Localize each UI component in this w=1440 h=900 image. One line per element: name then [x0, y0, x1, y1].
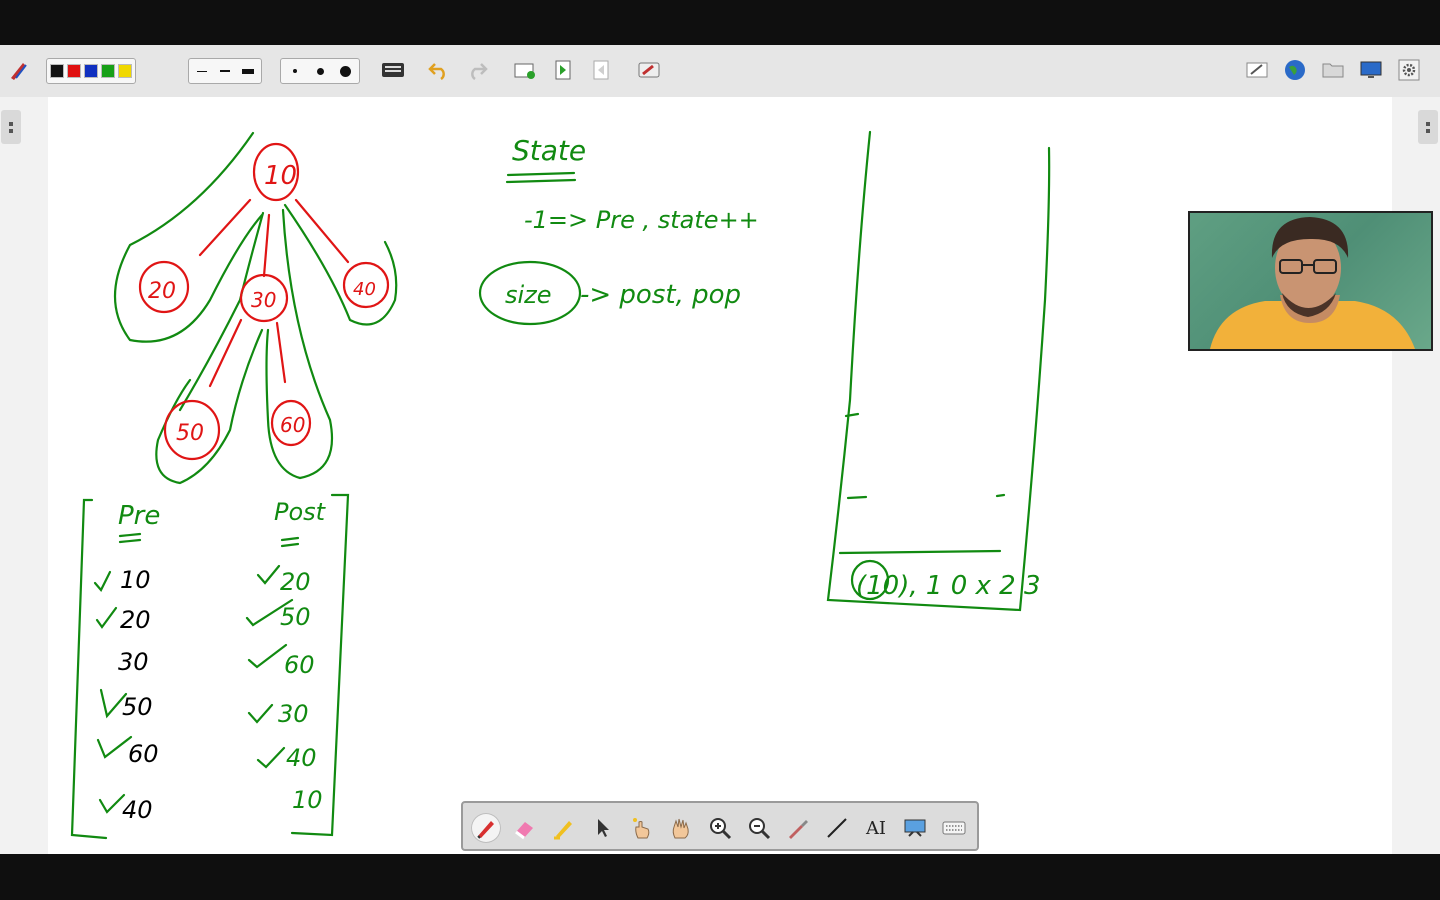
text-icon[interactable]: AI	[861, 813, 891, 843]
undo-icon[interactable]	[426, 57, 452, 83]
dot-large-option[interactable]	[334, 62, 356, 80]
left-panel-toggle[interactable]	[1, 110, 21, 144]
globe-icon[interactable]	[1282, 57, 1308, 83]
color-red-swatch[interactable]	[67, 64, 81, 78]
color-black-swatch[interactable]	[50, 64, 64, 78]
new-page-icon[interactable]	[512, 57, 538, 83]
paint-clear-icon[interactable]	[636, 57, 662, 83]
color-yellow-swatch[interactable]	[118, 64, 132, 78]
left-margin	[0, 97, 48, 854]
pen-settings-icon[interactable]	[6, 57, 32, 83]
keyboard-icon[interactable]	[380, 57, 406, 83]
next-page-icon[interactable]	[550, 57, 576, 83]
presenter-webcam[interactable]	[1188, 211, 1433, 351]
bottom-black-bar	[0, 854, 1440, 900]
right-panel-toggle[interactable]	[1418, 110, 1438, 144]
pen-icon[interactable]	[471, 813, 501, 843]
text-tool-label: AI	[865, 817, 887, 839]
line-medium-option[interactable]	[215, 62, 235, 80]
dot-small-option[interactable]	[284, 62, 306, 80]
line-width-group	[188, 58, 262, 84]
presenter-figure	[1210, 217, 1415, 349]
top-black-bar	[0, 0, 1440, 45]
highlighter-icon[interactable]	[549, 813, 579, 843]
redo-icon[interactable]	[464, 57, 490, 83]
line-icon[interactable]	[822, 813, 852, 843]
line-thin-option[interactable]	[192, 62, 212, 80]
color-blue-swatch[interactable]	[84, 64, 98, 78]
dot-medium-option[interactable]	[309, 62, 331, 80]
color-palette	[46, 58, 136, 84]
hand-icon[interactable]	[666, 813, 696, 843]
pointer-icon[interactable]	[588, 813, 618, 843]
color-green-swatch[interactable]	[101, 64, 115, 78]
folder-icon[interactable]	[1320, 57, 1346, 83]
zoom-in-icon[interactable]	[705, 813, 735, 843]
zoom-out-icon[interactable]	[744, 813, 774, 843]
line-thick-option[interactable]	[238, 62, 258, 80]
edit-icon[interactable]	[1244, 57, 1270, 83]
dot-size-group	[280, 58, 360, 84]
prev-page-icon[interactable]	[588, 57, 614, 83]
screen-icon[interactable]	[1358, 57, 1384, 83]
laser-hand-icon[interactable]	[627, 813, 657, 843]
settings-icon[interactable]	[1396, 57, 1422, 83]
eraser-icon[interactable]	[510, 813, 540, 843]
screen-capture-icon[interactable]	[900, 813, 930, 843]
top-toolbar	[0, 45, 1440, 98]
drawing-tools-bar: AI	[461, 801, 979, 851]
eyedropper-icon[interactable]	[783, 813, 813, 843]
keyboard-icon[interactable]	[939, 813, 969, 843]
